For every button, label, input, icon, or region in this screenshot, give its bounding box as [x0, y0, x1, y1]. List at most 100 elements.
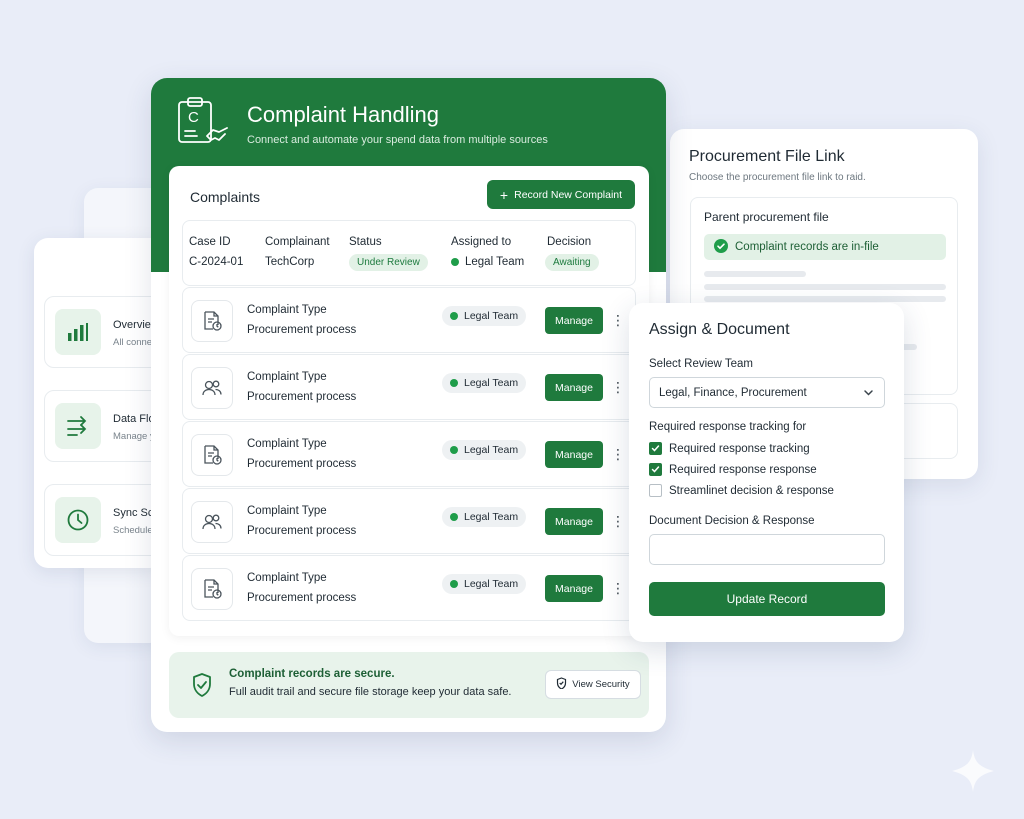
procurement-subtitle: Choose the procurement file link to raid…	[689, 172, 866, 183]
complaint-handling-card: C Complaint Handling Connect and automat…	[151, 78, 666, 732]
complaint-row[interactable]: Complaint Type Procurement process Legal…	[182, 421, 636, 487]
in-file-banner: Complaint records are in-file	[704, 234, 946, 260]
checkbox-label: Required response tracking	[669, 442, 810, 455]
more-vertical-icon[interactable]: ⋮	[611, 578, 625, 598]
document-decision-label: Document Decision & Response	[649, 515, 815, 527]
sidebar-item-overview[interactable]: Overview All connect	[44, 296, 164, 368]
shield-icon	[556, 677, 567, 692]
case-id-header: Case ID	[189, 236, 231, 248]
decision-header: Decision	[547, 236, 592, 248]
complainant-header: Complainant	[265, 236, 330, 248]
row-title: Complaint Type	[247, 371, 327, 383]
complainant-value: TechCorp	[265, 256, 315, 268]
case-id-value: C-2024-01	[189, 256, 244, 268]
manage-button[interactable]: Manage	[545, 307, 603, 334]
document-clock-icon	[191, 434, 233, 476]
row-title: Complaint Type	[247, 304, 327, 316]
row-subtitle: Procurement process	[247, 391, 357, 403]
checkbox-unchecked[interactable]	[649, 484, 662, 497]
checkbox-streamlinet-decision[interactable]: Streamlinet decision & response	[649, 484, 834, 497]
complaint-row[interactable]: Complaint Type Procurement process Legal…	[182, 287, 636, 353]
placeholder-line	[704, 284, 946, 290]
status-dot	[450, 513, 458, 521]
users-icon	[191, 367, 233, 409]
team-badge-label: Legal Team	[464, 310, 519, 322]
row-subtitle: Procurement process	[247, 592, 357, 604]
shield-check-icon	[191, 672, 213, 703]
row-subtitle: Procurement process	[247, 458, 357, 470]
clock-icon	[55, 497, 101, 543]
view-security-button[interactable]: View Security	[545, 670, 641, 699]
document-clock-icon	[191, 568, 233, 610]
transfer-arrows-icon	[55, 403, 101, 449]
review-team-select[interactable]: Legal, Finance, Procurement	[649, 377, 885, 408]
row-title: Complaint Type	[247, 438, 327, 450]
security-notice: Complaint records are secure. Full audit…	[169, 652, 649, 718]
chevron-down-icon	[863, 387, 874, 401]
team-badge-label: Legal Team	[464, 377, 519, 389]
more-vertical-icon[interactable]: ⋮	[611, 444, 625, 464]
placeholder-line	[704, 271, 806, 277]
record-new-complaint-button[interactable]: + Record New Complaint	[487, 180, 635, 209]
checkbox-required-response-response[interactable]: Required response response	[649, 463, 817, 476]
placeholder-line	[704, 296, 946, 302]
record-button-label: Record New Complaint	[514, 188, 623, 201]
assigned-to-cell: Legal Team	[451, 256, 524, 268]
in-file-banner-text: Complaint records are in-file	[735, 241, 879, 253]
manage-button[interactable]: Manage	[545, 441, 603, 468]
decision-cell: Awaiting	[545, 254, 599, 271]
plus-icon: +	[499, 186, 509, 203]
more-vertical-icon[interactable]: ⋮	[611, 377, 625, 397]
assigned-to-value: Legal Team	[465, 256, 525, 268]
more-vertical-icon[interactable]: ⋮	[611, 310, 625, 330]
team-badge: Legal Team	[442, 507, 527, 527]
checkbox-checked[interactable]	[649, 463, 662, 476]
checkbox-checked[interactable]	[649, 442, 662, 455]
team-badge: Legal Team	[442, 574, 527, 594]
status-dot	[450, 580, 458, 588]
complaint-row[interactable]: Complaint Type Procurement process Legal…	[182, 354, 636, 420]
update-record-button[interactable]: Update Record	[649, 582, 885, 616]
document-clock-icon	[191, 300, 233, 342]
status-dot	[451, 257, 459, 266]
team-badge: Legal Team	[442, 440, 527, 460]
check-circle-icon	[714, 238, 728, 256]
manage-button[interactable]: Manage	[545, 374, 603, 401]
assign-title: Assign & Document	[649, 321, 790, 338]
sidebar-item-data-flow[interactable]: Data Flow Manage yo	[44, 390, 164, 462]
complaint-row[interactable]: Complaint Type Procurement process Legal…	[182, 555, 636, 621]
security-description: Full audit trail and secure file storage…	[229, 686, 512, 698]
status-header: Status	[349, 236, 382, 248]
complaints-title: Complaints	[190, 189, 261, 205]
sidebar-card: Overview All connect Data Flow Manage yo…	[34, 238, 164, 568]
status-cell: Under Review	[349, 254, 428, 271]
review-team-value: Legal, Finance, Procurement	[659, 386, 807, 399]
checkbox-label: Required response response	[669, 463, 817, 476]
view-security-label: View Security	[572, 679, 630, 690]
assigned-to-header: Assigned to	[451, 236, 512, 248]
sparkle-icon	[950, 748, 996, 799]
status-dot	[450, 312, 458, 320]
status-badge: Under Review	[349, 254, 428, 271]
team-badge: Legal Team	[442, 373, 527, 393]
row-subtitle: Procurement process	[247, 525, 357, 537]
row-subtitle: Procurement process	[247, 324, 357, 336]
status-dot	[450, 446, 458, 454]
checkbox-required-response-tracking[interactable]: Required response tracking	[649, 442, 810, 455]
review-team-label: Select Review Team	[649, 358, 753, 370]
sidebar-item-sync-schedule[interactable]: Sync Sche Schedule a	[44, 484, 164, 556]
users-icon	[191, 501, 233, 543]
status-dot	[450, 379, 458, 387]
procurement-title: Procurement File Link	[689, 148, 845, 165]
manage-button[interactable]: Manage	[545, 575, 603, 602]
logo-letter: C	[188, 109, 199, 126]
security-title: Complaint records are secure.	[229, 668, 395, 680]
document-decision-input[interactable]	[649, 534, 885, 565]
page-title: Complaint Handling	[247, 102, 439, 127]
row-title: Complaint Type	[247, 572, 327, 584]
team-badge-label: Legal Team	[464, 511, 519, 523]
more-vertical-icon[interactable]: ⋮	[611, 511, 625, 531]
complaint-row[interactable]: Complaint Type Procurement process Legal…	[182, 488, 636, 554]
assign-document-card: Assign & Document Select Review Team Leg…	[629, 303, 904, 642]
manage-button[interactable]: Manage	[545, 508, 603, 535]
